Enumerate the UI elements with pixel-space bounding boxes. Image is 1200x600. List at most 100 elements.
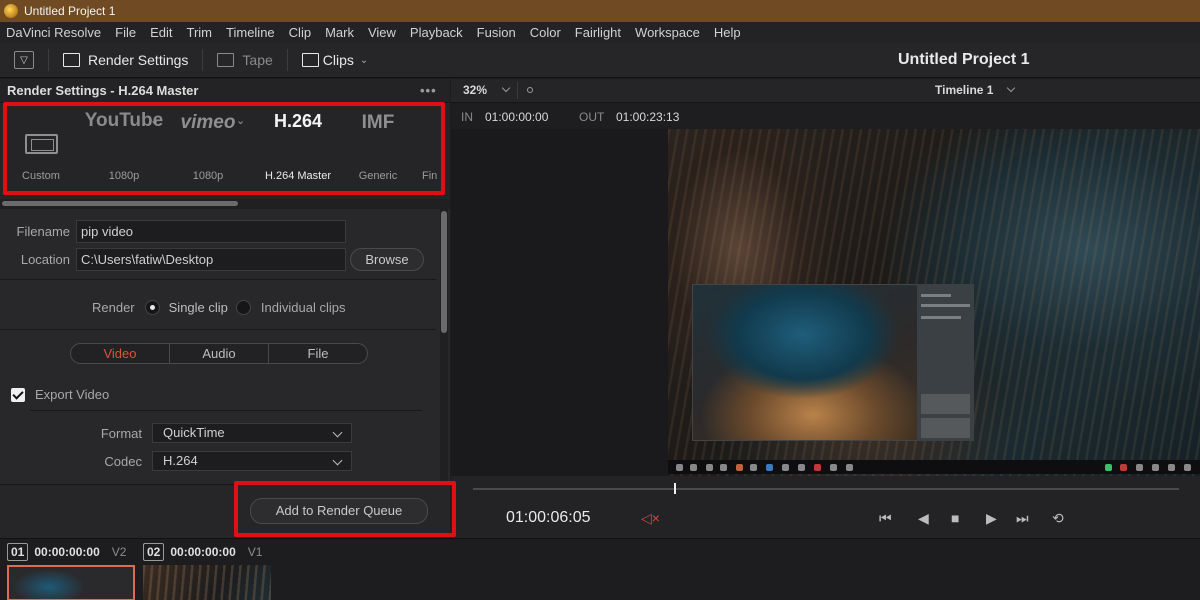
filename-row: Filename pip video xyxy=(0,220,346,243)
menu-file[interactable]: File xyxy=(115,25,136,40)
tape-button[interactable]: Tape xyxy=(217,52,273,68)
play-reverse-icon[interactable]: ◀ xyxy=(918,510,929,527)
render-settings-label: Render Settings xyxy=(88,52,189,68)
tape-icon xyxy=(217,53,235,67)
play-icon[interactable]: ▶ xyxy=(986,510,997,527)
clip-timecode: 00:00:00:00 xyxy=(34,545,100,559)
render-label: Render xyxy=(92,300,135,315)
current-timecode: 01:00:06:05 xyxy=(506,509,591,526)
timeline-name[interactable]: Timeline 1 xyxy=(935,83,993,97)
preset-scrollbar[interactable] xyxy=(0,199,450,209)
pip-side-panel xyxy=(917,284,974,441)
more-options-icon[interactable]: ••• xyxy=(420,83,437,98)
clip-track: V2 xyxy=(111,545,127,559)
export-video-label: Export Video xyxy=(35,387,110,402)
in-out-bar: IN 01:00:00:00 OUT 01:00:23:13 xyxy=(451,104,1200,129)
video-viewer[interactable] xyxy=(451,129,1200,476)
single-clip-radio[interactable] xyxy=(144,300,160,315)
menu-davinci-resolve[interactable]: DaVinci Resolve xyxy=(6,25,101,40)
clip-thumbnail[interactable] xyxy=(143,565,271,600)
render-settings-button[interactable]: Render Settings xyxy=(63,52,188,68)
menu-bar: DaVinci Resolve File Edit Trim Timeline … xyxy=(0,22,1200,43)
location-label: Location xyxy=(20,252,70,267)
menu-color[interactable]: Color xyxy=(530,25,561,40)
loop-icon[interactable]: ⟲ xyxy=(1052,510,1064,527)
toolbar-divider xyxy=(48,49,49,71)
clip-header: 02 00:00:00:00 V1 xyxy=(143,543,262,561)
clip-number: 01 xyxy=(7,543,29,561)
divider xyxy=(30,410,422,411)
filename-label: Filename xyxy=(16,224,70,239)
scrollbar-thumb[interactable] xyxy=(441,211,447,333)
chevron-down-icon[interactable] xyxy=(1006,83,1016,93)
output-tabs: Video Audio File xyxy=(70,343,368,364)
clips-label: Clips xyxy=(322,52,354,68)
menu-mark[interactable]: Mark xyxy=(325,25,354,40)
format-select[interactable]: QuickTime xyxy=(152,423,352,443)
chevron-down-icon xyxy=(332,455,343,466)
menu-fusion[interactable]: Fusion xyxy=(477,25,516,40)
individual-clips-label: Individual clips xyxy=(260,300,346,315)
zoom-level[interactable]: 32% xyxy=(463,83,487,97)
toolbar-divider xyxy=(286,49,288,71)
menu-edit[interactable]: Edit xyxy=(150,25,172,40)
scrub-bar[interactable] xyxy=(473,488,1179,490)
panel-title: Render Settings - H.264 Master xyxy=(7,83,199,98)
clips-strip: 01 00:00:00:00 V2 02 00:00:00:00 V1 xyxy=(0,538,1200,600)
out-label: OUT xyxy=(579,110,605,124)
menu-clip[interactable]: Clip xyxy=(289,25,311,40)
menu-workspace[interactable]: Workspace xyxy=(635,25,700,40)
format-value: QuickTime xyxy=(163,425,225,440)
clip-thumbnail[interactable] xyxy=(7,565,135,600)
chevron-down-icon[interactable] xyxy=(501,83,511,93)
tab-video[interactable]: Video xyxy=(71,344,170,363)
scrollbar-thumb[interactable] xyxy=(2,201,238,206)
location-input[interactable]: C:\Users\fatiw\Desktop xyxy=(76,248,346,271)
clip-track: V1 xyxy=(247,545,263,559)
codec-row: Codec H.264 xyxy=(0,451,352,471)
divider xyxy=(0,329,436,330)
codec-select[interactable]: H.264 xyxy=(152,451,352,471)
render-settings-header: Render Settings - H.264 Master ••• xyxy=(0,79,450,103)
tab-audio[interactable]: Audio xyxy=(170,344,269,363)
menu-fairlight[interactable]: Fairlight xyxy=(575,25,621,40)
in-timecode: 01:00:00:00 xyxy=(485,110,549,124)
playhead[interactable] xyxy=(674,483,677,494)
settings-scrollbar[interactable] xyxy=(440,209,448,484)
menu-view[interactable]: View xyxy=(368,25,396,40)
panel-toggle-button[interactable]: ▽ xyxy=(14,51,34,69)
chevron-down-icon: ⌄ xyxy=(359,54,369,66)
export-video-checkbox[interactable] xyxy=(11,387,25,402)
filename-input[interactable]: pip video xyxy=(76,220,346,243)
clip-timecode: 00:00:00:00 xyxy=(170,545,236,559)
menu-help[interactable]: Help xyxy=(714,25,741,40)
stop-icon[interactable]: ■ xyxy=(951,510,959,526)
format-label: Format xyxy=(100,425,142,441)
title-bar: Untitled Project 1 xyxy=(0,0,1200,22)
davinci-resolve-icon xyxy=(4,4,18,18)
highlight-box xyxy=(3,102,445,195)
clip-number: 02 xyxy=(143,543,165,561)
chevron-down-icon: ▽ xyxy=(20,54,28,66)
go-to-start-icon[interactable]: ⏮ xyxy=(879,510,892,527)
menu-trim[interactable]: Trim xyxy=(187,25,213,40)
codec-value: H.264 xyxy=(163,453,198,468)
export-video-row: Export Video xyxy=(11,387,109,402)
viewer-header: 32% Timeline 1 xyxy=(451,79,1200,103)
window-title: Untitled Project 1 xyxy=(24,4,116,18)
clips-button[interactable]: Clips ⌄ xyxy=(301,52,369,68)
mute-icon[interactable]: ◁× xyxy=(641,510,660,527)
viewer-options-icon[interactable] xyxy=(527,87,533,93)
divider xyxy=(517,82,518,99)
go-to-end-icon[interactable]: ⏭ xyxy=(1016,510,1029,527)
location-row: Location C:\Users\fatiw\Desktop Browse xyxy=(0,248,424,271)
menu-timeline[interactable]: Timeline xyxy=(226,25,275,40)
individual-clips-radio[interactable] xyxy=(235,300,251,315)
tab-file[interactable]: File xyxy=(269,344,367,363)
format-row: Format QuickTime xyxy=(0,423,352,443)
menu-playback[interactable]: Playback xyxy=(410,25,463,40)
clapperboard-icon xyxy=(63,53,80,67)
clip-header: 01 00:00:00:00 V2 xyxy=(7,543,126,561)
toolbar-divider xyxy=(202,49,204,71)
browse-button[interactable]: Browse xyxy=(350,248,424,271)
